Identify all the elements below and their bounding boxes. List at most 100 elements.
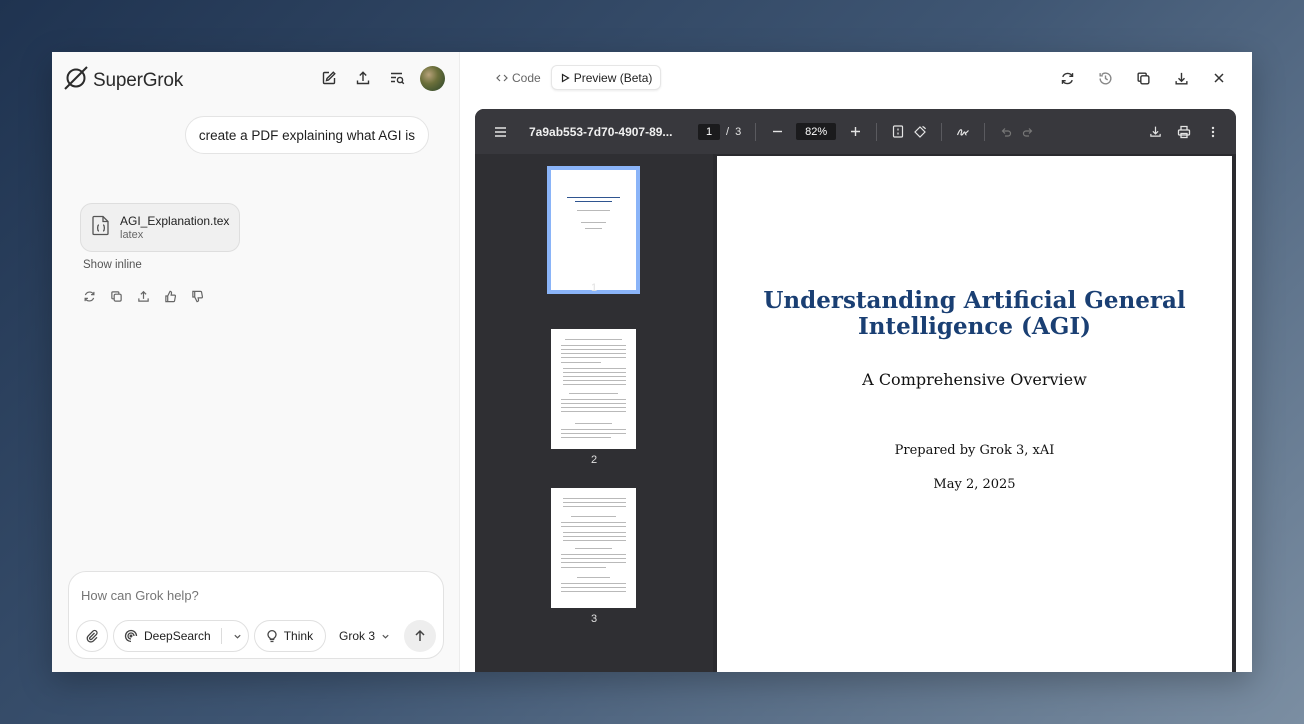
history-button[interactable] xyxy=(384,65,410,91)
thumbnail-page-3[interactable] xyxy=(551,488,636,608)
close-button[interactable] xyxy=(1206,65,1232,91)
download-button[interactable] xyxy=(1168,65,1194,91)
thumb-line xyxy=(561,362,601,363)
page-number-input[interactable]: 1 xyxy=(698,123,720,140)
thumb-line xyxy=(561,587,626,588)
chevron-down-icon xyxy=(234,634,241,639)
copy-icon xyxy=(1136,71,1150,85)
thumb-line xyxy=(567,197,620,198)
share-button[interactable] xyxy=(350,65,376,91)
thumb-line xyxy=(575,548,612,549)
zoom-in-button[interactable] xyxy=(844,121,866,143)
thumb-line xyxy=(563,506,626,507)
new-chat-button[interactable] xyxy=(316,65,342,91)
composer-toolbar: DeepSearch Think Grok 3 xyxy=(76,620,436,652)
copy-button[interactable] xyxy=(1130,65,1156,91)
rotate-button[interactable] xyxy=(909,121,931,143)
sidebar-toggle-button[interactable] xyxy=(489,121,511,143)
send-button[interactable] xyxy=(404,620,436,652)
thumb-line xyxy=(575,423,612,424)
thumb-line xyxy=(563,376,626,377)
preview-actions xyxy=(1054,65,1232,91)
thumb-line xyxy=(561,567,606,568)
think-button[interactable]: Think xyxy=(253,620,327,652)
thumb-line xyxy=(563,372,626,373)
deepsearch-button[interactable]: DeepSearch xyxy=(113,620,249,652)
tab-code[interactable]: Code xyxy=(488,65,549,90)
thumb-line xyxy=(561,522,626,523)
document-subtitle: A Comprehensive Overview xyxy=(862,370,1087,389)
model-label: Grok 3 xyxy=(338,629,375,643)
thumb-line xyxy=(561,403,626,404)
more-options-button[interactable] xyxy=(1202,121,1224,143)
thumb-line xyxy=(561,345,626,346)
thumb-line xyxy=(563,368,626,369)
divider xyxy=(220,628,222,644)
zoom-level-input[interactable]: 82% xyxy=(796,123,837,140)
menu-icon xyxy=(494,126,506,137)
print-button[interactable] xyxy=(1173,121,1195,143)
version-history-button[interactable] xyxy=(1092,65,1118,91)
pdf-right-actions xyxy=(1144,121,1224,143)
thumb-line xyxy=(581,222,606,223)
refresh-button[interactable] xyxy=(1054,65,1080,91)
close-icon xyxy=(1214,73,1224,83)
download-icon xyxy=(1174,72,1188,85)
thumbnail-page-1[interactable] xyxy=(547,166,640,294)
divider xyxy=(941,122,943,141)
annotate-button[interactable] xyxy=(952,121,974,143)
chat-header: SuperGrok xyxy=(52,52,459,104)
like-button[interactable] xyxy=(160,286,181,307)
tab-preview-label: Preview (Beta) xyxy=(573,70,653,85)
deepsearch-icon xyxy=(124,629,138,643)
thumb-line xyxy=(563,384,626,385)
refresh-icon xyxy=(1061,72,1073,84)
composer: DeepSearch Think Grok 3 xyxy=(68,571,444,659)
attach-button[interactable] xyxy=(76,620,108,652)
thumb-line xyxy=(561,349,626,350)
thumb-line xyxy=(563,540,626,541)
tab-preview[interactable]: Preview (Beta) xyxy=(550,65,662,90)
app-name: SuperGrok xyxy=(93,69,184,91)
thumbnail-page-2[interactable] xyxy=(551,329,636,449)
file-type: latex xyxy=(120,229,144,241)
prompt-input[interactable] xyxy=(81,588,401,603)
dislike-button[interactable] xyxy=(187,286,208,307)
fit-page-button[interactable] xyxy=(887,121,909,143)
regenerate-button[interactable] xyxy=(79,286,100,307)
thumb-line xyxy=(569,393,618,394)
avatar[interactable] xyxy=(420,65,445,91)
pdf-page: Understanding Artificial General Intelli… xyxy=(717,156,1232,672)
redo-button[interactable] xyxy=(1017,121,1039,143)
copy-icon xyxy=(111,291,122,302)
logo[interactable]: SuperGrok xyxy=(63,65,183,96)
copy-button[interactable] xyxy=(106,286,127,307)
thumb-line xyxy=(561,526,626,527)
pdf-download-button[interactable] xyxy=(1144,121,1166,143)
preview-pane: Code Preview (Beta) 7a9ab553-7d70-4907-8… xyxy=(460,52,1252,672)
thumb-line xyxy=(561,429,626,430)
pdf-file-title: 7a9ab553-7d70-4907-89... xyxy=(529,124,673,139)
think-label: Think xyxy=(283,629,314,643)
chat-pane: SuperGrok create a PDF explaining what A… xyxy=(52,52,460,672)
undo-button[interactable] xyxy=(995,121,1017,143)
thumbnail-number: 2 xyxy=(590,454,598,466)
deepsearch-options-button[interactable] xyxy=(228,632,248,641)
thumb-line xyxy=(561,591,626,592)
show-inline-link[interactable]: Show inline xyxy=(83,259,142,271)
undo-icon xyxy=(1001,127,1012,137)
file-attachment-card[interactable]: AGI_Explanation.tex latex xyxy=(80,203,240,252)
zoom-out-button[interactable] xyxy=(766,121,788,143)
history-icon xyxy=(1098,71,1112,84)
lightbulb-icon xyxy=(267,629,277,643)
thumb-line xyxy=(563,380,626,381)
minus-icon xyxy=(772,130,782,133)
thumbnail-number: 3 xyxy=(590,613,598,625)
edit-icon xyxy=(322,71,336,85)
thumbs-up-icon xyxy=(165,290,177,303)
share-message-button[interactable] xyxy=(133,286,154,307)
model-selector[interactable]: Grok 3 xyxy=(339,629,390,643)
thumb-line xyxy=(563,532,626,533)
thumb-line xyxy=(561,437,611,438)
thumbnail-number: 1 xyxy=(590,282,598,294)
